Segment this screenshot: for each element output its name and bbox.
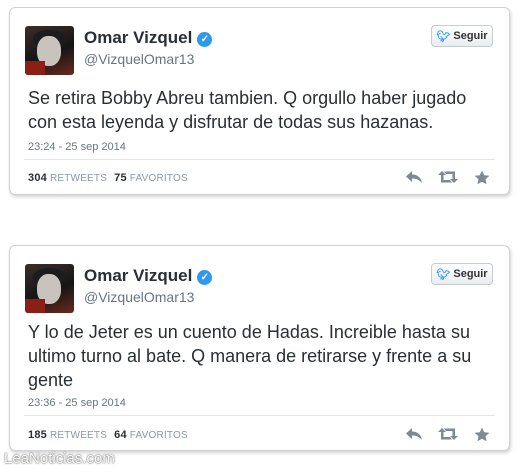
retweet-icon[interactable] — [437, 166, 459, 188]
author-handle[interactable]: @VizquelOmar13 — [84, 51, 194, 67]
verified-badge-icon: ✓ — [197, 270, 213, 285]
tweet-stats: 185 RETWEETS 64 FAVORITOS — [28, 429, 188, 441]
tweet-timestamp[interactable]: 23:36 - 25 sep 2014 — [28, 397, 126, 409]
reply-icon[interactable] — [403, 423, 425, 445]
tweet-timestamp[interactable]: 23:24 - 25 sep 2014 — [28, 141, 126, 153]
favorite-count[interactable]: 75 — [114, 172, 127, 184]
follow-label: Seguir — [453, 268, 488, 280]
twitter-bird-icon: 🐦︎ — [436, 268, 451, 281]
tweet-card: Omar Vizquel ✓ @VizquelOmar13 🐦︎ Seguir Y… — [9, 245, 510, 451]
reply-icon[interactable] — [403, 166, 425, 188]
twitter-bird-icon: 🐦︎ — [436, 30, 451, 43]
author-name[interactable]: Omar Vizquel — [84, 266, 192, 285]
divider — [24, 159, 495, 160]
tweet-text: Se retira Bobby Abreu tambien. Q orgullo… — [28, 88, 467, 132]
author-handle[interactable]: @VizquelOmar13 — [84, 289, 194, 305]
retweet-count[interactable]: 304 — [28, 172, 47, 184]
retweet-icon[interactable] — [437, 423, 459, 445]
verified-badge-icon: ✓ — [197, 32, 213, 47]
follow-label: Seguir — [453, 30, 488, 42]
tweet-actions — [403, 423, 493, 445]
favorites-label: FAVORITOS — [129, 430, 188, 441]
star-icon[interactable] — [471, 423, 493, 445]
avatar[interactable] — [25, 264, 74, 313]
follow-button[interactable]: 🐦︎ Seguir — [431, 263, 493, 285]
watermark: LeaNoticias.com — [4, 450, 115, 467]
follow-button[interactable]: 🐦︎ Seguir — [431, 25, 493, 47]
retweets-label: RETWEETS — [49, 173, 108, 184]
tweet-text: Y lo de Jeter es un cuento de Hadas. Inc… — [28, 322, 472, 390]
favorites-label: FAVORITOS — [129, 173, 188, 184]
avatar[interactable] — [25, 26, 74, 75]
tweet-actions — [403, 166, 493, 188]
tweet-card: Omar Vizquel ✓ @VizquelOmar13 🐦︎ Seguir S… — [9, 7, 510, 195]
divider — [24, 415, 495, 416]
star-icon[interactable] — [471, 166, 493, 188]
retweet-count[interactable]: 185 — [28, 429, 47, 441]
author-name[interactable]: Omar Vizquel — [84, 28, 192, 47]
retweets-label: RETWEETS — [49, 430, 108, 441]
tweet-stats: 304 RETWEETS 75 FAVORITOS — [28, 172, 188, 184]
favorite-count[interactable]: 64 — [114, 429, 127, 441]
